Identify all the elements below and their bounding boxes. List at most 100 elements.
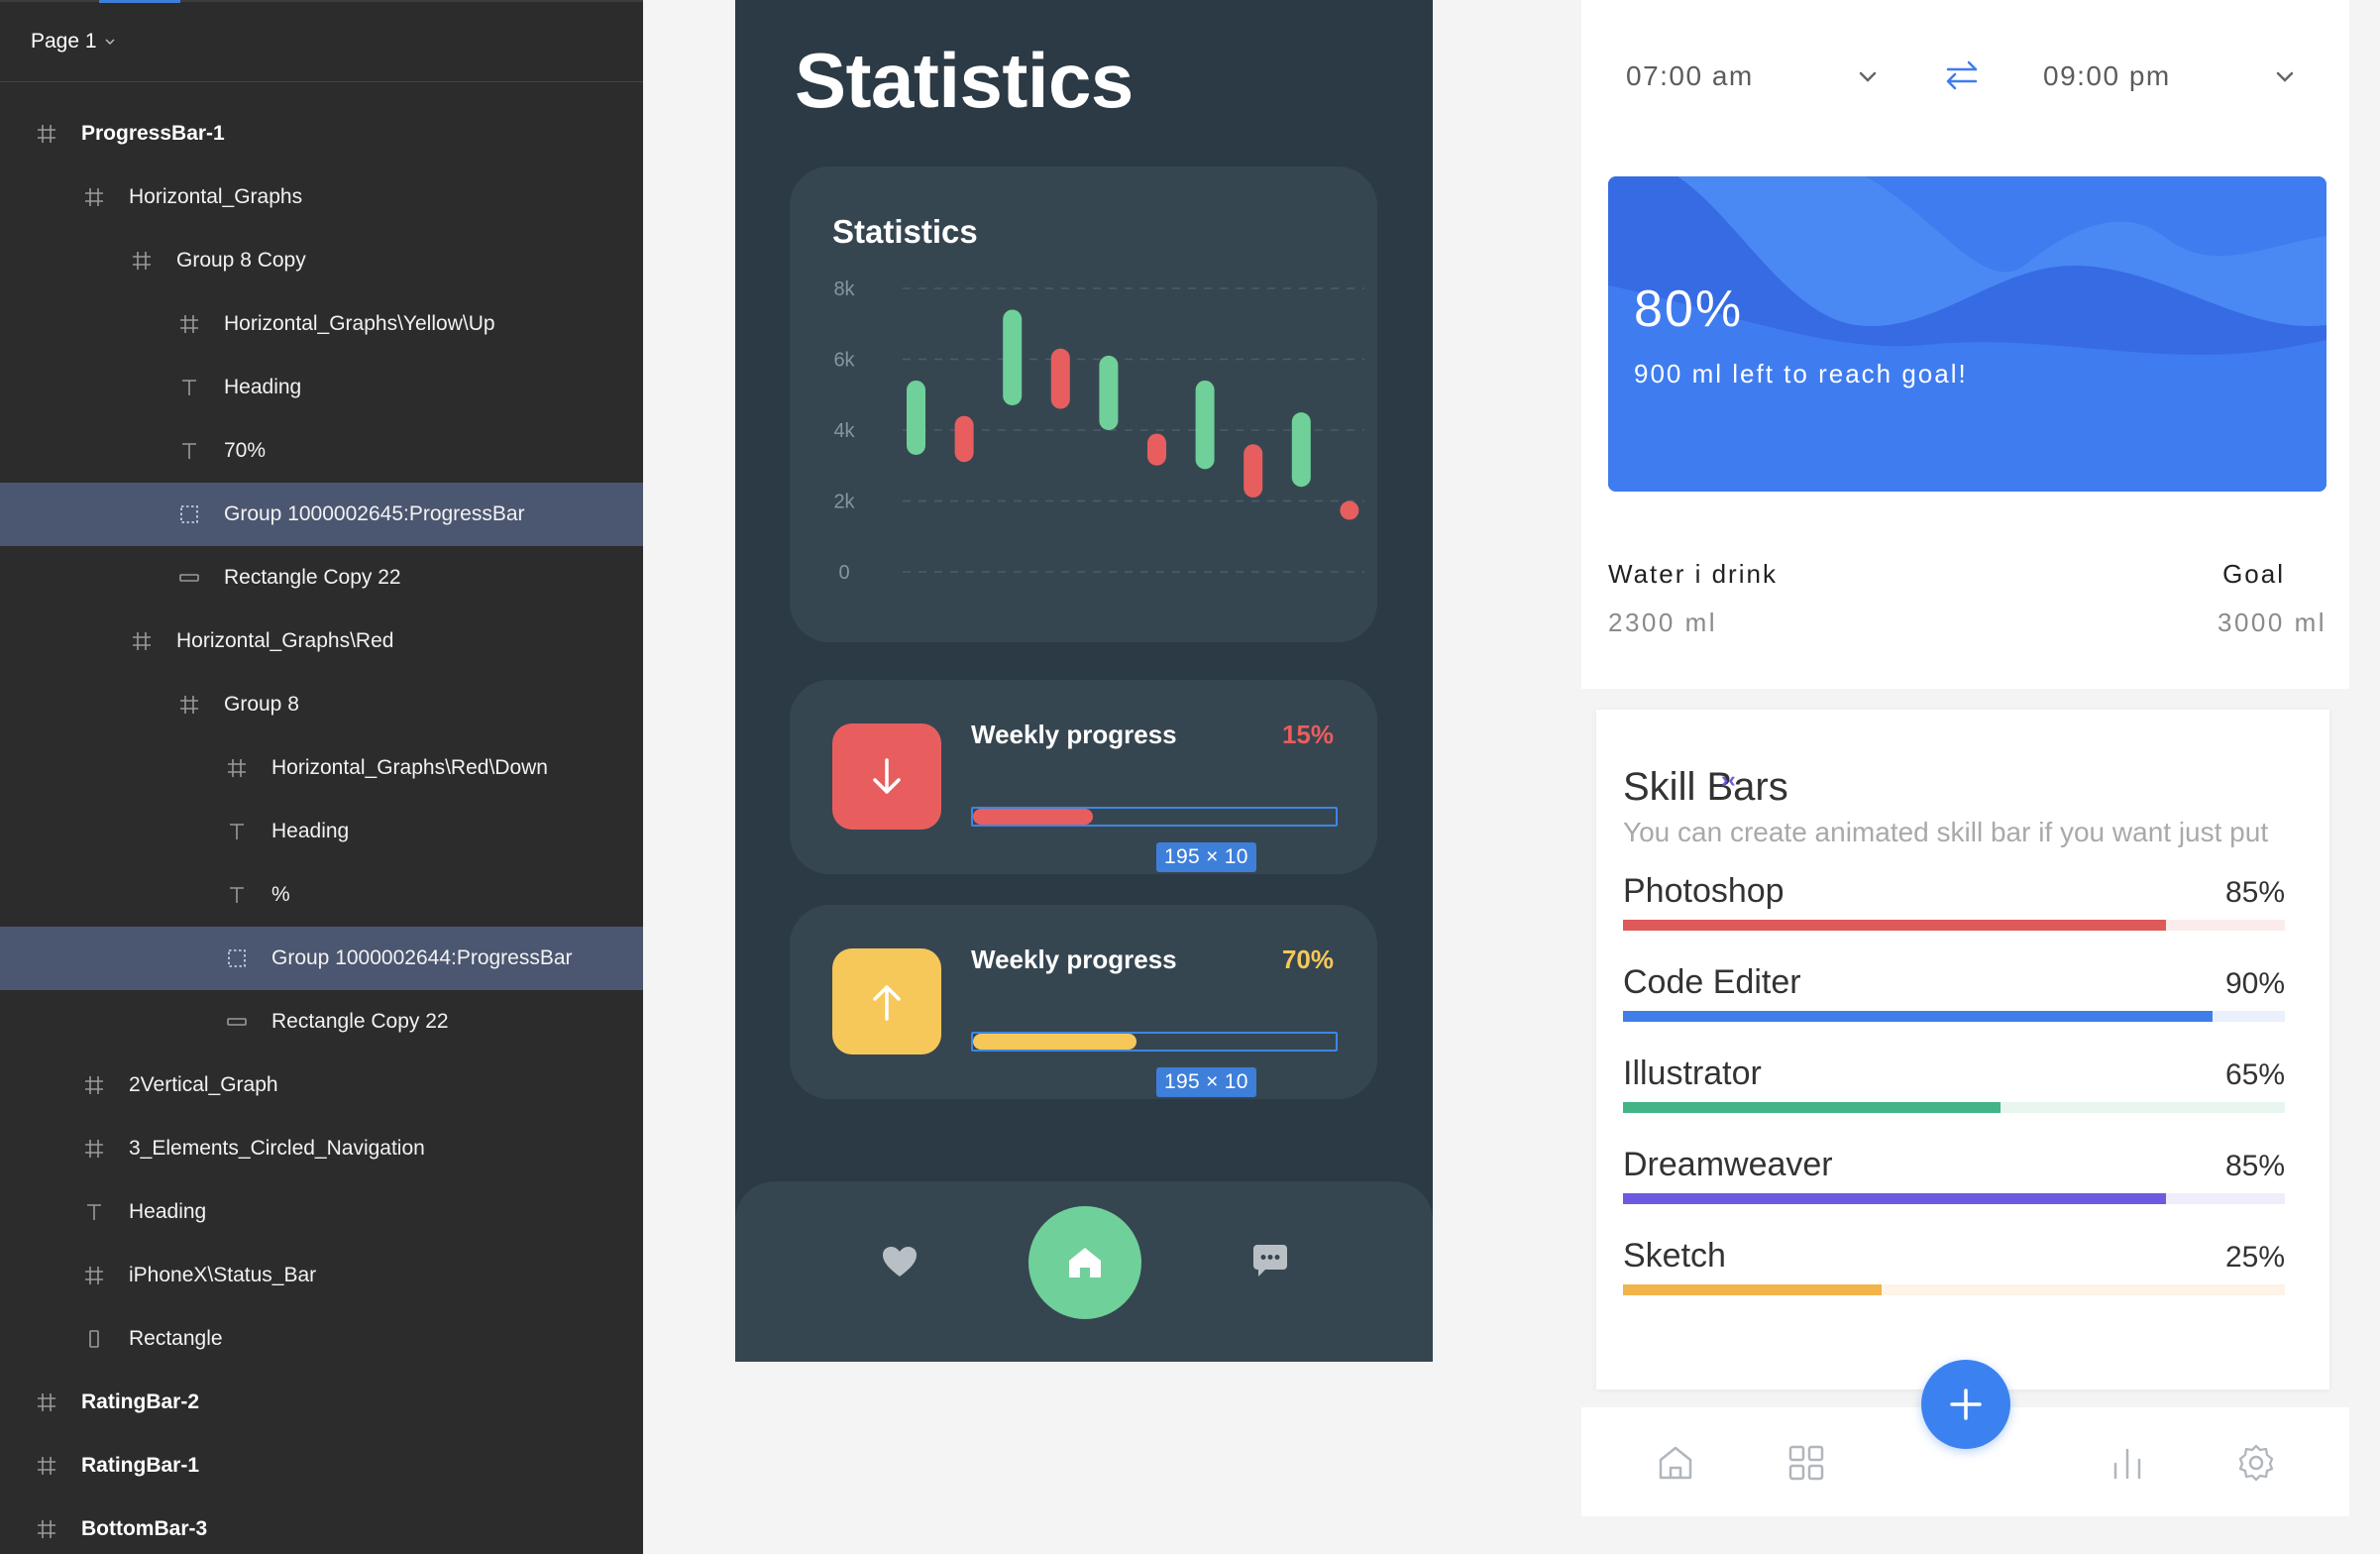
frame-icon xyxy=(38,125,55,143)
progress-percent: 15% xyxy=(1281,720,1334,749)
layer-row[interactable]: BottomBar-3 xyxy=(0,1498,643,1554)
layer-row[interactable]: iPhoneX\Status_Bar xyxy=(0,1244,643,1307)
skill-name: Photoshop xyxy=(1623,872,1785,910)
frame-icon xyxy=(180,696,198,714)
frame-icon xyxy=(85,1076,103,1094)
chat-icon[interactable] xyxy=(1250,1241,1290,1280)
layer-label: Horizontal_Graphs\Red xyxy=(176,629,394,652)
heart-icon[interactable] xyxy=(880,1243,920,1282)
skill-name: Illustrator xyxy=(1623,1054,1762,1092)
dimension-tag: 195 × 10 xyxy=(1156,1067,1256,1097)
skill-name: Code Editer xyxy=(1623,963,1801,1001)
home-button[interactable] xyxy=(1028,1206,1141,1319)
page-title: Statistics xyxy=(795,37,1134,124)
skill-fill xyxy=(1623,1102,2001,1113)
layer-label: Heading xyxy=(271,820,350,842)
layer-row[interactable]: Horizontal_Graphs xyxy=(0,166,643,229)
plus-icon xyxy=(1950,1388,1982,1420)
layer-label: RatingBar-2 xyxy=(81,1390,200,1413)
y-tick-label: 2k xyxy=(833,492,855,513)
layer-row[interactable]: Rectangle Copy 22 xyxy=(0,546,643,610)
layer-label: Horizontal_Graphs\Yellow\Up xyxy=(224,312,495,335)
home-icon[interactable] xyxy=(1655,1442,1696,1484)
chart-title: Statistics xyxy=(832,213,978,250)
layer-label: Horizontal_Graphs xyxy=(129,185,303,208)
skill-fill xyxy=(1623,920,2166,931)
skill-bars-subtitle: You can create animated skill bar if you… xyxy=(1623,817,2269,847)
page-selector-label: Page 1 xyxy=(31,30,97,53)
weekly-progress-card-down[interactable]: Weekly progress 15% 195 × 10 xyxy=(790,680,1377,874)
layer-row[interactable]: Rectangle xyxy=(0,1307,643,1371)
start-time-select[interactable]: 07:00 am xyxy=(1581,42,1898,111)
layer-row[interactable]: Heading xyxy=(0,800,643,863)
layer-row[interactable]: Horizontal_Graphs\Red xyxy=(0,610,643,673)
layer-row[interactable]: 3_Elements_Circled_Navigation xyxy=(0,1117,643,1180)
statistics-chart-card: 8k 6k 4k 2k 0 Statistics xyxy=(790,166,1377,642)
layer-row[interactable]: 70% xyxy=(0,419,643,483)
layer-row[interactable]: Horizontal_Graphs\Yellow\Up xyxy=(0,292,643,356)
layer-label: Group 8 Copy xyxy=(176,249,306,272)
frame-icon xyxy=(180,315,198,333)
chevron-down-icon xyxy=(2276,71,2294,82)
end-time-select[interactable]: 09:00 pm xyxy=(1999,42,2316,111)
text-icon xyxy=(230,824,244,839)
skill-fill xyxy=(1623,1284,1882,1295)
layer-row[interactable]: ProgressBar-1 xyxy=(0,102,643,166)
chevron-down-icon xyxy=(105,39,115,46)
layer-row[interactable]: Group 8 xyxy=(0,673,643,736)
skill-name: Dreamweaver xyxy=(1623,1146,1833,1183)
layer-row[interactable]: Heading xyxy=(0,1180,643,1244)
page-selector[interactable]: Page 1 xyxy=(31,24,117,59)
layer-row[interactable]: Group 1000002644:ProgressBar xyxy=(0,927,643,990)
layer-row[interactable]: Group 8 Copy xyxy=(0,229,643,292)
water-drink-value: 2300 ml xyxy=(1608,608,1717,637)
frame-icon xyxy=(133,632,151,650)
water-percent: 80% xyxy=(1634,280,1744,338)
frame-icon xyxy=(85,1140,103,1158)
candle xyxy=(954,415,974,463)
skill-percent: 85% xyxy=(2224,1150,2285,1182)
add-button[interactable] xyxy=(1921,1360,2010,1449)
layer-label: BottomBar-3 xyxy=(81,1517,208,1540)
swap-arrows-icon[interactable] xyxy=(1942,56,1982,95)
chevron-down-icon xyxy=(1859,71,1877,82)
frame-icon xyxy=(133,252,151,270)
layer-label: Heading xyxy=(129,1200,207,1223)
bar-chart-icon[interactable] xyxy=(2107,1442,2148,1484)
layer-label: Group 1000002645:ProgressBar xyxy=(224,502,525,525)
group-icon xyxy=(180,505,198,523)
layer-row[interactable]: Rectangle Copy 22 xyxy=(0,990,643,1054)
layer-row[interactable]: Heading xyxy=(0,356,643,419)
grid-icon[interactable] xyxy=(1785,1442,1827,1484)
layer-row[interactable]: 2Vertical_Graph xyxy=(0,1054,643,1117)
frame-icon xyxy=(38,1393,55,1411)
text-icon xyxy=(182,443,196,459)
cursor-icon: ›‹ xyxy=(1721,767,1736,792)
up-arrow-tile xyxy=(832,948,941,1054)
rectangle-icon xyxy=(89,1330,99,1348)
rectangle-icon xyxy=(227,1018,247,1026)
layer-row[interactable]: Group 1000002645:ProgressBar xyxy=(0,483,643,546)
layer-label: RatingBar-1 xyxy=(81,1454,200,1477)
candle xyxy=(1099,355,1119,430)
goal-value: 3000 ml xyxy=(2218,608,2326,637)
down-arrow-tile xyxy=(832,723,941,830)
layer-row[interactable]: RatingBar-1 xyxy=(0,1434,643,1498)
layer-row[interactable]: % xyxy=(0,863,643,927)
rectangle-icon xyxy=(179,574,199,582)
start-time-value: 07:00 am xyxy=(1626,60,1754,91)
y-tick-label: 0 xyxy=(838,562,849,584)
group-icon xyxy=(228,949,246,967)
candle xyxy=(1003,309,1023,405)
layer-label: Horizontal_Graphs\Red\Down xyxy=(271,756,548,779)
layer-row[interactable]: RatingBar-2 xyxy=(0,1371,643,1434)
layer-label: Group 8 xyxy=(224,693,299,716)
weekly-progress-card-up[interactable]: Weekly progress 70% 195 × 10 xyxy=(790,905,1377,1099)
skill-percent: 90% xyxy=(2224,967,2285,1000)
progressbar-fill xyxy=(973,1034,1136,1050)
layer-label: Rectangle Copy 22 xyxy=(271,1010,449,1033)
text-icon xyxy=(182,380,196,395)
layer-label: Rectangle Copy 22 xyxy=(224,566,401,589)
settings-icon[interactable] xyxy=(2235,1442,2277,1484)
layer-row[interactable]: Horizontal_Graphs\Red\Down xyxy=(0,736,643,800)
